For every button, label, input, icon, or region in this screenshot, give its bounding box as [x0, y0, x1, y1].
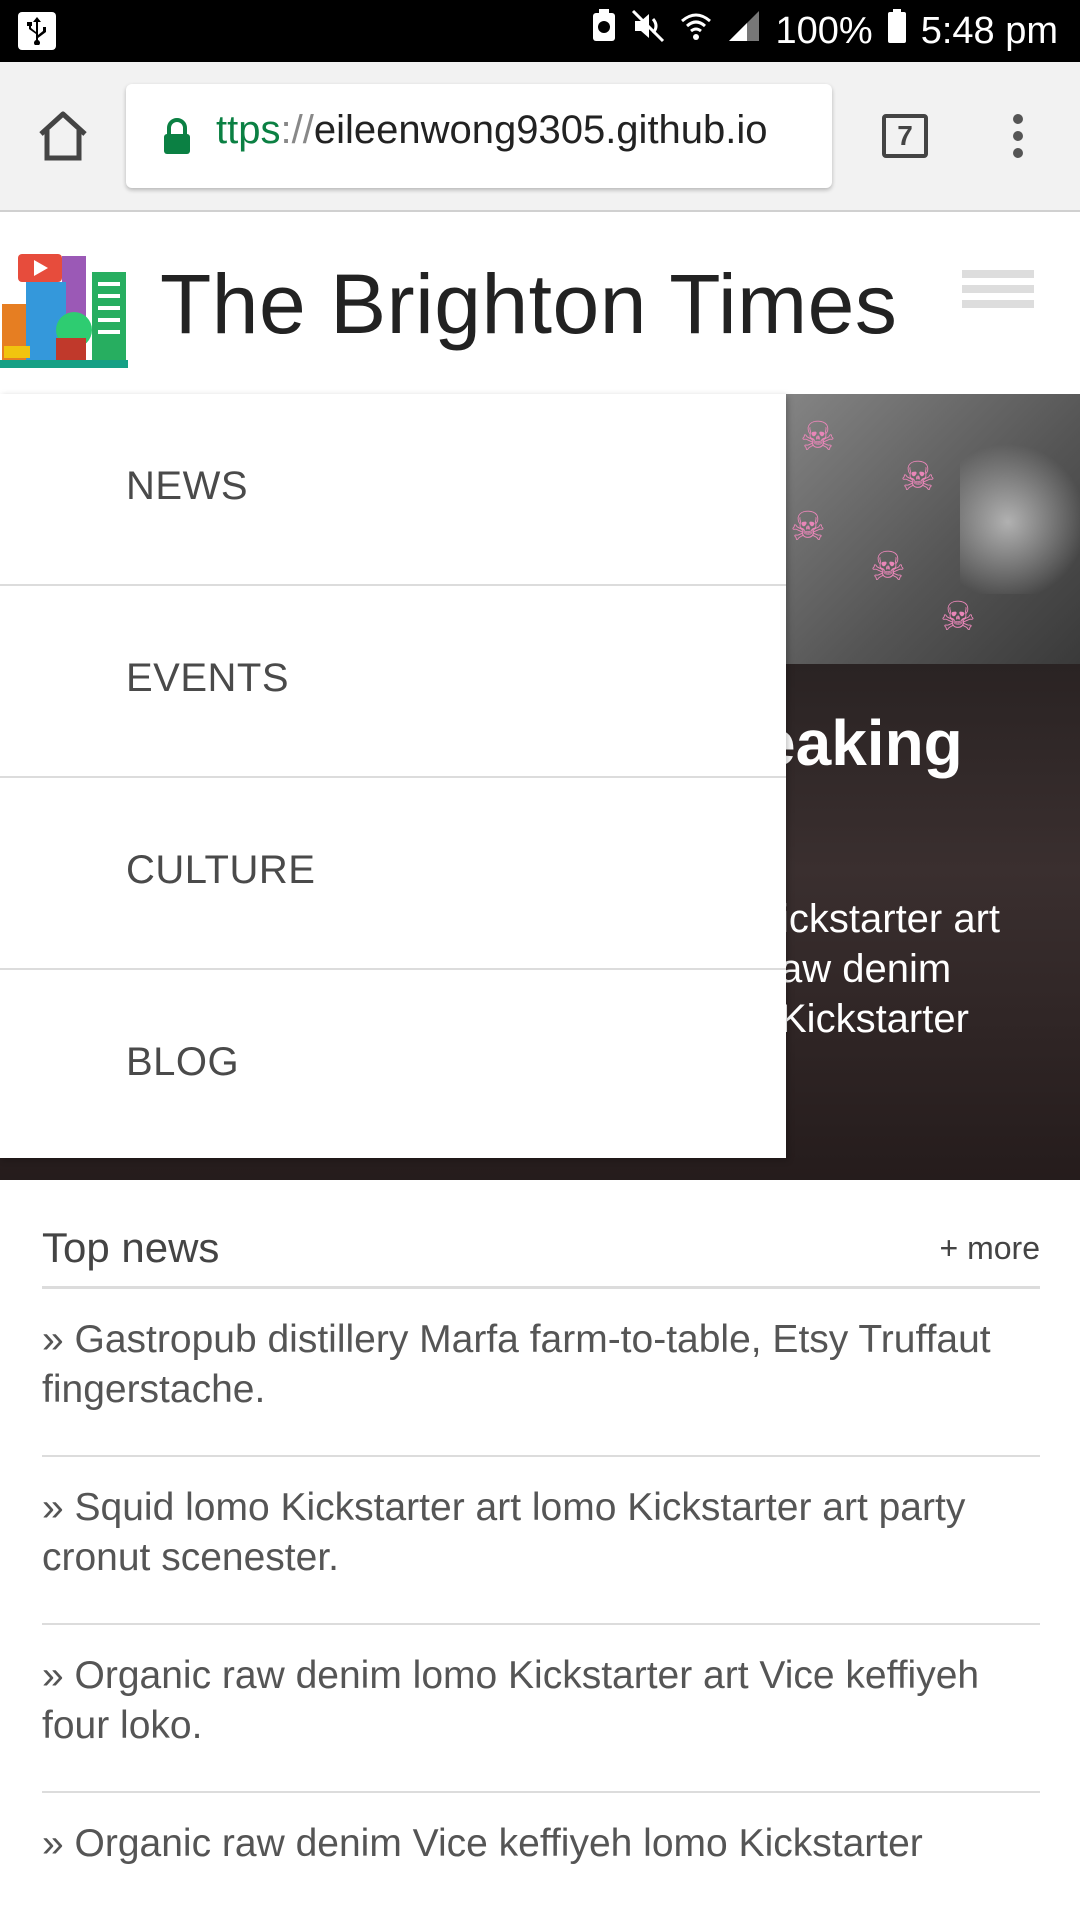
- battery-saver-icon: [591, 9, 617, 53]
- hero-body-line: Kickstarter: [780, 997, 969, 1041]
- site-title[interactable]: The Brighton Times: [160, 256, 897, 353]
- nav-drawer: NEWS EVENTS CULTURE BLOG: [0, 394, 786, 1158]
- nav-item-label: EVENTS: [126, 656, 290, 700]
- lock-icon: [162, 118, 192, 161]
- nav-item-label: NEWS: [126, 464, 248, 508]
- url-text: ttps://eileenwong9305.github.io: [216, 108, 768, 153]
- url-bar[interactable]: ttps://eileenwong9305.github.io: [126, 84, 832, 188]
- nav-item-blog[interactable]: BLOG: [0, 970, 786, 1160]
- url-separator: ://: [280, 108, 314, 152]
- nav-item-label: CULTURE: [126, 848, 316, 892]
- site-header: The Brighton Times: [0, 212, 1080, 394]
- nav-item-events[interactable]: EVENTS: [0, 586, 786, 778]
- news-item[interactable]: » Organic raw denim lomo Kickstarter art…: [42, 1625, 1040, 1793]
- overflow-menu-button[interactable]: [1006, 114, 1030, 164]
- url-host: eileenwong9305.github.io: [313, 108, 768, 152]
- clock: 5:48 pm: [920, 9, 1058, 52]
- signal-icon: [727, 9, 761, 53]
- usb-icon: [18, 12, 56, 50]
- hero-body-line: ickstarter art: [780, 897, 1001, 941]
- hero-body-line: aw denim: [780, 947, 952, 991]
- hero-body: ickstarter art aw denim Kickstarter: [780, 894, 1000, 1044]
- hero-headline: eaking: [760, 707, 963, 779]
- status-bar: 100% 5:48 pm: [0, 0, 1080, 62]
- nav-item-news[interactable]: NEWS: [0, 394, 786, 586]
- hamburger-menu-button[interactable]: [962, 270, 1034, 318]
- menu-icon: [962, 270, 1034, 278]
- news-list: » Gastropub distillery Marfa farm-to-tab…: [42, 1289, 1040, 1909]
- battery-percent: 100%: [775, 9, 873, 52]
- top-news-section: Top news + more » Gastropub distillery M…: [42, 1210, 1040, 1909]
- battery-icon: [887, 9, 907, 53]
- more-link[interactable]: + more: [940, 1230, 1040, 1267]
- more-vert-icon: [1013, 114, 1023, 124]
- news-item[interactable]: » Organic raw denim Vice keffiyeh lomo K…: [42, 1793, 1040, 1909]
- browser-toolbar: ttps://eileenwong9305.github.io 7: [0, 62, 1080, 212]
- tab-switcher-button[interactable]: 7: [882, 114, 928, 158]
- home-button[interactable]: [36, 110, 90, 162]
- wifi-icon: [679, 9, 713, 53]
- nav-item-culture[interactable]: CULTURE: [0, 778, 786, 970]
- top-news-header: Top news + more: [42, 1210, 1040, 1289]
- city-logo[interactable]: [0, 242, 128, 370]
- news-item[interactable]: » Gastropub distillery Marfa farm-to-tab…: [42, 1289, 1040, 1457]
- section-title: Top news: [42, 1224, 220, 1271]
- news-item[interactable]: » Squid lomo Kickstarter art lomo Kickst…: [42, 1457, 1040, 1625]
- url-scheme: ttps: [216, 108, 281, 152]
- home-icon: [39, 111, 87, 161]
- skull-pattern-icon: ☠: [800, 415, 836, 459]
- mute-icon: [631, 9, 665, 53]
- nav-item-label: BLOG: [126, 1040, 240, 1084]
